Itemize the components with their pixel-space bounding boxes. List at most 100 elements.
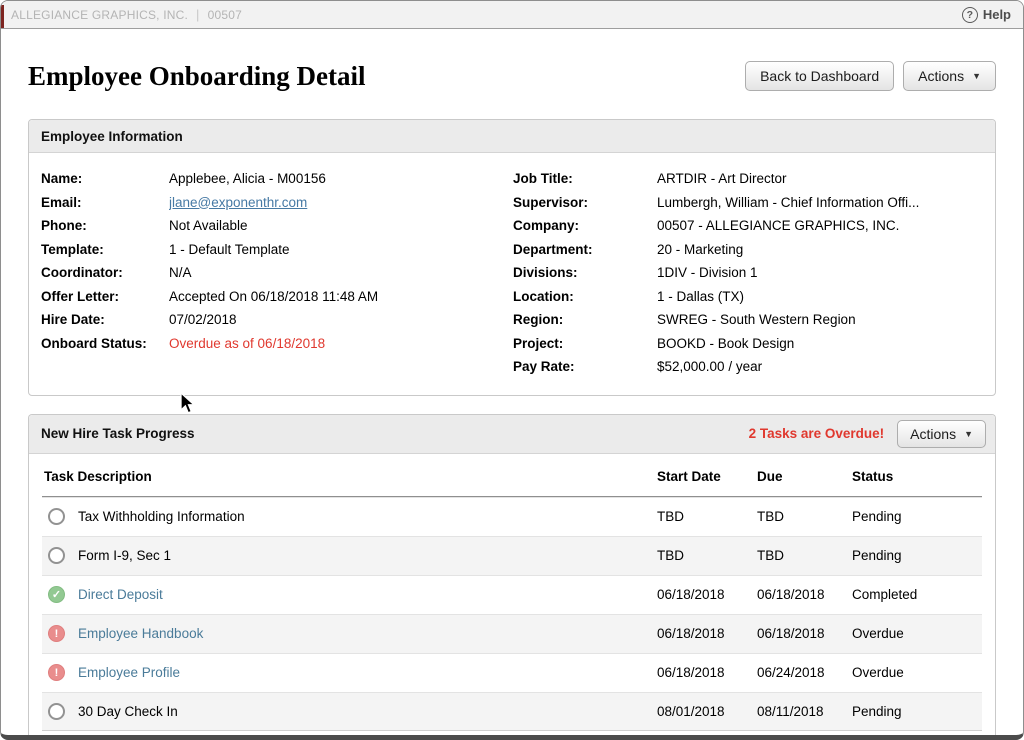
task-progress-panel: New Hire Task Progress 2 Tasks are Overd… [28, 414, 996, 740]
company-code-label: 00507 [208, 8, 242, 22]
page-actions-button[interactable]: Actions ▼ [903, 61, 996, 91]
task-status: Pending [852, 704, 982, 719]
field-label: Company: [513, 214, 657, 238]
field-label: Project: [513, 332, 657, 356]
help-question-icon: ? [962, 7, 978, 23]
field-value: BOOKD - Book Design [657, 332, 985, 356]
field-label: Region: [513, 308, 657, 332]
field-supervisor: Supervisor: Lumbergh, William - Chief In… [513, 191, 985, 215]
field-offer-letter: Offer Letter: Accepted On 06/18/2018 11:… [41, 285, 513, 309]
onboard-status-value: Overdue as of 06/18/2018 [169, 332, 513, 356]
help-button[interactable]: ? Help [962, 7, 1011, 23]
employee-info-right-column: Job Title: ARTDIR - Art Director Supervi… [513, 167, 985, 379]
task-row: 30 Day Check In 08/01/2018 08/11/2018 Pe… [42, 692, 982, 731]
field-company: Company: 00507 - ALLEGIANCE GRAPHICS, IN… [513, 214, 985, 238]
column-header-task-description: Task Description [42, 469, 657, 484]
email-link[interactable]: jlane@exponenthr.com [169, 195, 307, 210]
field-project: Project: BOOKD - Book Design [513, 332, 985, 356]
field-onboard-status: Onboard Status: Overdue as of 06/18/2018 [41, 332, 513, 356]
task-start-date: 08/01/2018 [657, 704, 757, 719]
task-row: Form I-9, Sec 1 TBD TBD Pending [42, 536, 982, 575]
task-due-date: 06/24/2018 [757, 665, 852, 680]
field-region: Region: SWREG - South Western Region [513, 308, 985, 332]
task-due-date: TBD [757, 509, 852, 524]
field-label: Name: [41, 167, 169, 191]
task-start-date: 06/18/2018 [657, 587, 757, 602]
task-status: Pending [852, 548, 982, 563]
tasks-actions-label: Actions [910, 426, 956, 442]
field-location: Location: 1 - Dallas (TX) [513, 285, 985, 309]
field-coordinator: Coordinator: N/A [41, 261, 513, 285]
back-to-dashboard-button[interactable]: Back to Dashboard [745, 61, 894, 91]
page-title: Employee Onboarding Detail [28, 61, 366, 92]
employee-info-header: Employee Information [29, 120, 995, 153]
task-description: Tax Withholding Information [78, 509, 245, 524]
field-label: Onboard Status: [41, 332, 169, 356]
field-label: Coordinator: [41, 261, 169, 285]
field-pay-rate: Pay Rate: $52,000.00 / year [513, 355, 985, 379]
task-description: 30 Day Check In [78, 704, 178, 719]
column-header-status: Status [852, 469, 982, 484]
field-value: SWREG - South Western Region [657, 308, 985, 332]
overdue-alert-text: 2 Tasks are Overdue! [749, 426, 885, 441]
field-value: Accepted On 06/18/2018 11:48 AM [169, 285, 513, 309]
tasks-actions-button[interactable]: Actions ▼ [897, 420, 986, 448]
employee-info-panel: Employee Information Name: Applebee, Ali… [28, 119, 996, 396]
field-department: Department: 20 - Marketing [513, 238, 985, 262]
column-header-start-date: Start Date [657, 469, 757, 484]
pending-circle-icon [48, 703, 65, 720]
field-job-title: Job Title: ARTDIR - Art Director [513, 167, 985, 191]
task-start-date: TBD [657, 509, 757, 524]
company-name-label: ALLEGIANCE GRAPHICS, INC. [11, 8, 188, 22]
field-value: Lumbergh, William - Chief Information Of… [657, 191, 985, 215]
field-value: Not Available [169, 214, 513, 238]
task-row: ✓ Direct Deposit 06/18/2018 06/18/2018 C… [42, 575, 982, 614]
field-label: Department: [513, 238, 657, 262]
task-due-date: 08/11/2018 [757, 704, 852, 719]
field-label: Supervisor: [513, 191, 657, 215]
column-header-due: Due [757, 469, 852, 484]
field-value: N/A [169, 261, 513, 285]
field-label: Template: [41, 238, 169, 262]
page-header: Employee Onboarding Detail Back to Dashb… [28, 55, 996, 97]
page-actions-label: Actions [918, 68, 964, 84]
field-value: 20 - Marketing [657, 238, 985, 262]
field-label: Phone: [41, 214, 169, 238]
app-window: ALLEGIANCE GRAPHICS, INC. | 00507 ? Help… [0, 0, 1024, 740]
task-progress-title: New Hire Task Progress [41, 426, 749, 441]
overdue-alert-icon: ! [48, 664, 65, 681]
task-status: Completed [852, 587, 982, 602]
field-value: 1DIV - Division 1 [657, 261, 985, 285]
task-description: Form I-9, Sec 1 [78, 548, 171, 563]
field-label: Hire Date: [41, 308, 169, 332]
caret-down-icon: ▼ [964, 429, 973, 439]
field-hire-date: Hire Date: 07/02/2018 [41, 308, 513, 332]
field-value: ARTDIR - Art Director [657, 167, 985, 191]
pending-circle-icon [48, 547, 65, 564]
field-value: 00507 - ALLEGIANCE GRAPHICS, INC. [657, 214, 985, 238]
completed-check-icon: ✓ [48, 586, 65, 603]
task-start-date: 06/18/2018 [657, 665, 757, 680]
task-start-date: TBD [657, 548, 757, 563]
employee-info-left-column: Name: Applebee, Alicia - M00156 Email: j… [41, 167, 513, 379]
task-start-date: 06/18/2018 [657, 626, 757, 641]
task-due-date: 06/18/2018 [757, 626, 852, 641]
field-label: Offer Letter: [41, 285, 169, 309]
field-value: $52,000.00 / year [657, 355, 985, 379]
field-template: Template: 1 - Default Template [41, 238, 513, 262]
task-description-link[interactable]: Employee Profile [78, 665, 180, 680]
top-bar: ALLEGIANCE GRAPHICS, INC. | 00507 ? Help [1, 1, 1023, 29]
field-name: Name: Applebee, Alicia - M00156 [41, 167, 513, 191]
caret-down-icon: ▼ [972, 71, 981, 81]
task-description-link[interactable]: Employee Handbook [78, 626, 203, 641]
field-value: 1 - Default Template [169, 238, 513, 262]
task-row: Tax Withholding Information TBD TBD Pend… [42, 497, 982, 536]
overdue-alert-icon: ! [48, 625, 65, 642]
field-email: Email: jlane@exponenthr.com [41, 191, 513, 215]
task-table: Task Description Start Date Due Status T… [42, 454, 982, 731]
field-label: Divisions: [513, 261, 657, 285]
task-progress-header: New Hire Task Progress 2 Tasks are Overd… [29, 415, 995, 454]
task-row: ! Employee Profile 06/18/2018 06/24/2018… [42, 653, 982, 692]
separator: | [196, 7, 200, 22]
task-description-link[interactable]: Direct Deposit [78, 587, 163, 602]
